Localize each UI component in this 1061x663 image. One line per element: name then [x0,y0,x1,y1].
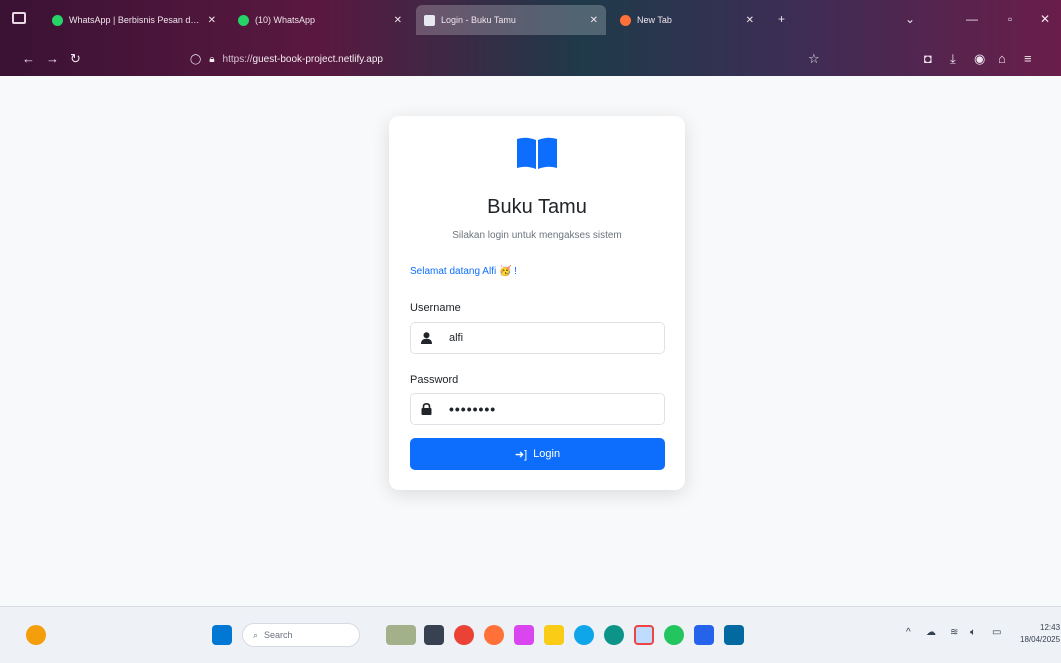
weather-icon[interactable] [26,625,46,645]
back-icon[interactable]: ← [22,51,35,66]
whatsapp-icon[interactable] [664,625,684,645]
menu-icon[interactable]: ≡ [1024,51,1032,66]
sign-in-icon: ➜] [514,448,528,461]
tab-login-buku-tamu[interactable]: Login - Buku Tamu ✕ [416,5,606,35]
store-app-icon[interactable] [724,625,744,645]
onedrive-icon[interactable]: ☁ [926,627,936,638]
chevron-up-icon[interactable]: ^ [906,627,911,638]
firefox-icon[interactable] [484,625,504,645]
close-tab-icon[interactable]: ✕ [208,15,216,26]
shield-icon[interactable]: ◯ [190,54,201,65]
login-button-label: Login [533,448,561,460]
close-tab-icon[interactable]: ✕ [590,15,598,26]
login-card: Buku Tamu Silakan login untuk mengakses … [389,116,685,490]
widget-icon[interactable] [386,625,416,645]
extensions-icon[interactable]: ⌂ [998,51,1006,66]
windows-start-icon[interactable] [212,625,232,645]
lock-icon [411,394,441,424]
clock[interactable]: 12:43 18/04/2025 [1020,622,1060,646]
cloud-app-icon[interactable] [634,625,654,645]
username-group [410,322,665,354]
forward-icon[interactable]: → [46,51,59,66]
file-explorer-icon[interactable] [544,625,564,645]
close-tab-icon[interactable]: ✕ [394,15,402,26]
pocket-icon[interactable]: ◘ [924,51,932,66]
whatsapp-icon [238,14,249,26]
taskbar: ⌕ Search ^ ☁ ≋ 🔈︎ ▭ 12:43 18/04/2025 [0,606,1061,663]
url-bar[interactable]: ◯ 🔒︎ https://guest-book-project.netlify.… [190,48,830,70]
tab-bar: WhatsApp | Berbisnis Pesan dan... ✕ (10)… [0,0,1061,40]
whatsapp-icon [52,14,63,26]
page-subtitle: Silakan login untuk mengakses sistem [452,230,622,241]
lock-icon[interactable]: 🔒︎ [209,54,214,65]
user-icon [411,323,441,353]
username-input[interactable] [441,323,664,353]
reload-icon[interactable]: ↻ [70,51,81,67]
login-button[interactable]: ➜] Login [410,438,665,470]
minimize-icon[interactable]: — [966,12,978,26]
edge-icon[interactable] [574,625,594,645]
book-icon [517,137,557,169]
mail-app-icon[interactable] [694,625,714,645]
chrome-icon[interactable] [454,625,474,645]
close-tab-icon[interactable]: ✕ [746,15,754,26]
battery-icon[interactable]: ▭ [992,627,1001,638]
tab-list-icon[interactable] [12,12,26,24]
tab-new-tab[interactable]: New Tab ✕ [612,5,762,35]
firefox-icon [620,14,631,26]
account-icon[interactable]: ◉ [974,51,985,67]
close-window-icon[interactable]: ✕ [1040,12,1050,26]
file-app-icon[interactable] [424,625,444,645]
download-icon[interactable]: ⤓ [950,51,956,67]
tab-whatsapp-web[interactable]: WhatsApp | Berbisnis Pesan dan... ✕ [44,5,224,35]
taskbar-search[interactable]: ⌕ Search [242,623,360,647]
volume-icon[interactable]: 🔈︎ [970,627,976,638]
new-tab-icon[interactable]: + [778,12,785,26]
page-body: Buku Tamu Silakan login untuk mengakses … [0,76,1061,606]
browser-app-icon[interactable] [604,625,624,645]
url-host: guest-book-project.netlify.app [252,53,383,65]
password-label: Password [410,374,459,386]
maximize-icon[interactable]: ▫ [1008,12,1012,26]
security-app-icon[interactable] [514,625,534,645]
username-label: Username [410,302,461,314]
page-icon [424,14,435,26]
browser-chrome: WhatsApp | Berbisnis Pesan dan... ✕ (10)… [0,0,1061,76]
password-group [410,393,665,425]
chevron-down-icon[interactable]: ⌄ [905,12,915,26]
welcome-message: Selamat datang Alfi 🥳 ! [410,266,517,277]
wifi-icon[interactable]: ≋ [950,627,958,638]
page-title: Buku Tamu [487,196,587,218]
search-icon: ⌕ [253,629,259,640]
password-input[interactable] [441,394,664,424]
tab-whatsapp[interactable]: (10) WhatsApp ✕ [230,5,410,35]
